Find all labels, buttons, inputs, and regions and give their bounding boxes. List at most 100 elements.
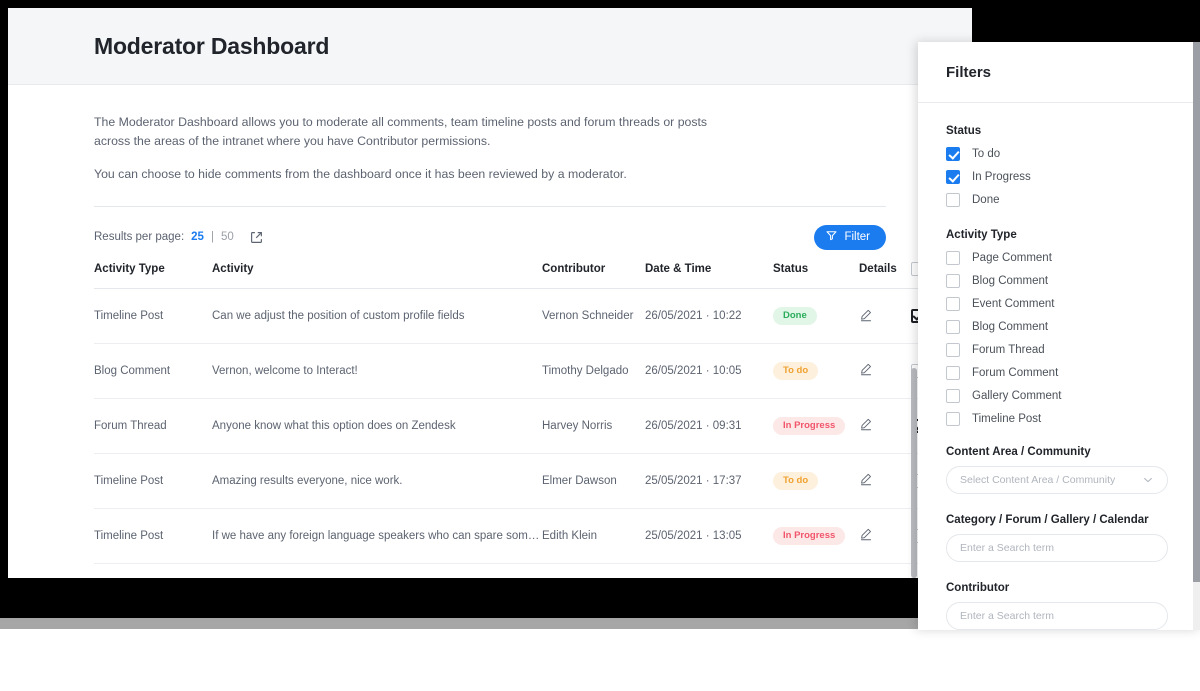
filter-activity-type-item[interactable]: Gallery Comment [946, 389, 1172, 403]
cell-details [859, 508, 911, 564]
status-badge: To do [773, 471, 819, 490]
filter-contributor-placeholder: Enter a Search term [960, 610, 1054, 622]
table-row[interactable]: Blog Comment Vernon, welcome to Interact!… [94, 343, 951, 399]
cell-status: Done [773, 288, 859, 345]
filter-activity-type-item-label: Blog Comment [972, 321, 1049, 333]
cell-date-time: 26/05/2021 · 10:05 [645, 343, 773, 399]
table-row[interactable]: Blog CommentDealing with ALL the data an… [94, 563, 951, 578]
intro-paragraph-2: You can choose to hide comments from the… [94, 167, 627, 182]
table-row[interactable]: Forum Thread Anyone know what this option… [94, 398, 951, 454]
cell-contributor: Vernon Schneider [542, 288, 645, 345]
col-status: Status [773, 254, 859, 290]
col-contributor: Contributor [542, 254, 645, 290]
results-per-page-50[interactable]: 50 [221, 231, 234, 243]
filter-activity-type-item-checkbox[interactable] [946, 389, 960, 403]
main-scrollbar[interactable] [911, 8, 917, 578]
pencil-icon[interactable] [859, 472, 873, 486]
filter-button-label: Filter [844, 231, 870, 244]
cell-date-time: 25/05/2021 · 13:05 [645, 508, 773, 564]
filter-activity-type-item-checkbox[interactable] [946, 366, 960, 380]
cell-date-time: 26/05/2021 · 09:31 [645, 398, 773, 454]
main-scrollbar-thumb[interactable] [911, 368, 917, 578]
filter-status-item[interactable]: In Progress [946, 170, 1172, 184]
table-row[interactable]: Timeline Post Can we adjust the position … [94, 288, 951, 345]
filters-scrollbar[interactable] [1193, 42, 1200, 630]
cell-details [859, 288, 911, 345]
results-per-page-separator: | [210, 231, 214, 244]
filter-activity-type-item[interactable]: Blog Comment [946, 320, 1172, 334]
filter-activity-type-item-checkbox[interactable] [946, 412, 960, 426]
filter-activity-type-item-label: Forum Thread [972, 344, 1045, 356]
filter-content-area-label: Content Area / Community [946, 446, 1091, 458]
table-row[interactable]: Timeline Post Amazing results everyone, n… [94, 453, 951, 509]
pencil-icon[interactable] [859, 362, 873, 376]
status-badge: Done [773, 307, 817, 326]
filter-status-item-checkbox[interactable] [946, 147, 960, 161]
page-title: Moderator Dashboard [94, 32, 330, 59]
filter-button[interactable]: Filter [814, 224, 886, 250]
filter-content-area-select[interactable]: Select Content Area / Community [946, 466, 1168, 494]
cell-activity-type: Timeline Post [94, 508, 212, 564]
filter-activity-type-item[interactable]: Forum Thread [946, 343, 1172, 357]
results-per-page-label: Results per page: [94, 231, 185, 244]
filter-contributor-input[interactable]: Enter a Search term [946, 602, 1168, 630]
filter-activity-type-item-checkbox[interactable] [946, 320, 960, 334]
filter-status-title: Status [946, 125, 982, 137]
filter-activity-type-item-label: Forum Comment [972, 367, 1059, 379]
activity-table-head: Activity Type Activity Contributor Date … [94, 254, 951, 290]
cell-activity-type: Blog Comment [94, 343, 212, 399]
activity-table-body: Timeline Post Can we adjust the position … [94, 288, 951, 578]
filter-category-input[interactable]: Enter a Search term [946, 534, 1168, 562]
pencil-icon[interactable] [859, 417, 873, 431]
filter-activity-type-item[interactable]: Forum Comment [946, 366, 1172, 380]
filter-status-item[interactable]: Done [946, 193, 1172, 207]
cell-details [859, 453, 911, 509]
filter-activity-type-item-label: Page Comment [972, 252, 1052, 264]
filter-activity-type-item-checkbox[interactable] [946, 274, 960, 288]
filter-status-item-label: Done [972, 194, 1000, 206]
cell-activity-type: Blog Comment [94, 563, 212, 578]
cell-activity-type: Timeline Post [94, 288, 212, 345]
cell-status: In Progress [773, 398, 859, 454]
cell-contributor: Timothy Delgado [542, 343, 645, 399]
filters-title: Filters [946, 63, 992, 81]
filter-activity-type-item-label: Event Comment [972, 298, 1055, 310]
filter-activity-type-item-checkbox[interactable] [946, 251, 960, 265]
table-header-row: Activity Type Activity Contributor Date … [94, 254, 951, 290]
filter-activity-type-list: Page Comment Blog Comment Event Comment Blo… [946, 251, 1172, 426]
col-activity: Activity [212, 254, 542, 290]
page-body: The Moderator Dashboard allows you to mo… [8, 85, 972, 578]
cell-contributor: Elmer Dawson [542, 453, 645, 509]
filter-status-item-checkbox[interactable] [946, 170, 960, 184]
filter-activity-type-item[interactable]: Event Comment [946, 297, 1172, 311]
pencil-icon[interactable] [859, 308, 873, 322]
filter-status-item[interactable]: To do [946, 147, 1172, 161]
filter-activity-type-item-label: Gallery Comment [972, 390, 1062, 402]
filter-activity-type-item[interactable]: Timeline Post [946, 412, 1172, 426]
filter-activity-type-item-checkbox[interactable] [946, 297, 960, 311]
filters-scrollbar-thumb[interactable] [1193, 42, 1200, 582]
funnel-icon [826, 230, 837, 244]
results-per-page: Results per page: 25 | 50 [94, 231, 263, 244]
filter-activity-type-item[interactable]: Blog Comment [946, 274, 1172, 288]
filters-header: Filters [918, 42, 1200, 103]
pencil-icon[interactable] [859, 527, 873, 541]
page-white-bottom [0, 629, 1200, 691]
filter-category-placeholder: Enter a Search term [960, 542, 1054, 554]
cell-contributor: Harvey Norris [542, 398, 645, 454]
cell-activity: Anyone know what this option does on Zen… [212, 398, 542, 454]
cell-activity-type: Forum Thread [94, 398, 212, 454]
filter-activity-type-item-checkbox[interactable] [946, 343, 960, 357]
results-per-page-25[interactable]: 25 [191, 231, 204, 243]
filter-status-item-checkbox[interactable] [946, 193, 960, 207]
col-activity-type: Activity Type [94, 254, 212, 290]
cell-date-time: 26/05/2021 · 10:22 [645, 288, 773, 345]
filter-status-list: To do In Progress Done [946, 147, 1172, 207]
cell-contributor: Edith Klein [542, 508, 645, 564]
cell-status: To do [773, 453, 859, 509]
intro-paragraph-1: The Moderator Dashboard allows you to mo… [94, 115, 708, 149]
cell-activity: Vernon, welcome to Interact! [212, 343, 542, 399]
table-row[interactable]: Timeline Post If we have any foreign lang… [94, 508, 951, 564]
filter-activity-type-item[interactable]: Page Comment [946, 251, 1172, 265]
external-link-icon[interactable] [250, 231, 263, 244]
